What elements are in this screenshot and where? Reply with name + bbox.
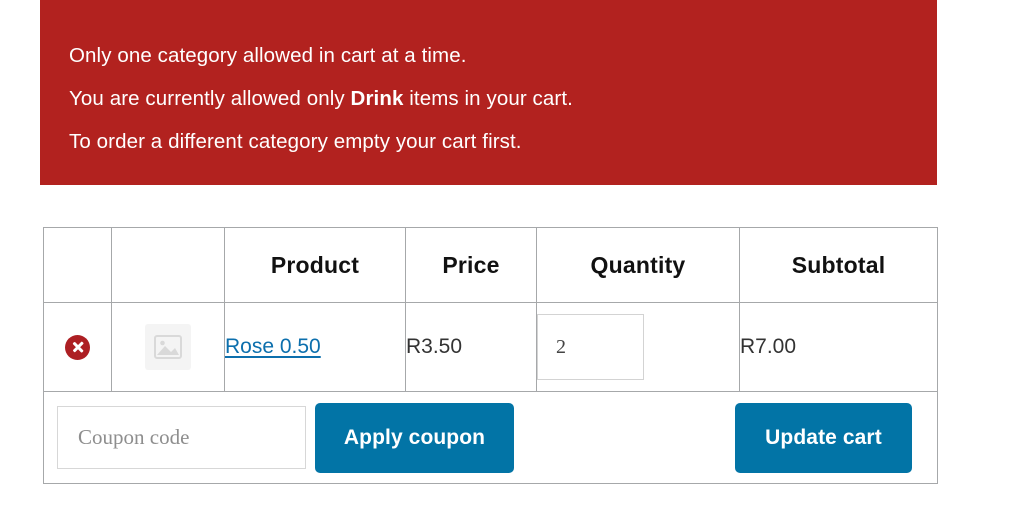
header-subtotal: Subtotal xyxy=(739,227,938,303)
cell-quantity xyxy=(536,302,740,392)
update-cart-button[interactable]: Update cart xyxy=(735,402,912,473)
cart-restriction-notice: Only one category allowed in cart at a t… xyxy=(40,0,937,185)
cart-table-body: Rose 0.50 R3.50 R7.00 Apply coupon Updat… xyxy=(43,302,938,484)
header-price: Price xyxy=(405,227,537,303)
cart-table-head: Product Price Quantity Subtotal xyxy=(43,227,938,303)
table-row: Rose 0.50 R3.50 R7.00 xyxy=(43,302,938,392)
cart-header-row: Product Price Quantity Subtotal xyxy=(43,227,938,303)
cell-thumbnail xyxy=(111,302,225,392)
notice-line-2-prefix: You are currently allowed only xyxy=(69,87,351,110)
apply-coupon-button[interactable]: Apply coupon xyxy=(315,402,514,473)
cart-actions-cell: Apply coupon Update cart xyxy=(43,391,938,484)
notice-line-2: You are currently allowed only Drink ite… xyxy=(69,77,937,120)
cart-actions-row: Apply coupon Update cart xyxy=(43,391,938,484)
remove-item-icon[interactable] xyxy=(65,334,90,360)
cell-subtotal: R7.00 xyxy=(739,302,938,392)
header-remove xyxy=(43,227,112,303)
coupon-code-input[interactable] xyxy=(57,406,306,469)
product-link[interactable]: Rose 0.50 xyxy=(225,335,321,358)
cell-product-name: Rose 0.50 xyxy=(224,302,406,392)
header-product: Product xyxy=(224,227,406,303)
notice-line-3: To order a different category empty your… xyxy=(69,130,522,153)
shopping-cart-table-wrapper: Product Price Quantity Subtotal Rose 0.5… xyxy=(43,227,938,484)
quantity-stepper[interactable] xyxy=(537,314,644,380)
header-quantity: Quantity xyxy=(536,227,740,303)
notice-line-1: Only one category allowed in cart at a t… xyxy=(69,44,467,67)
notice-category-name: Drink xyxy=(350,87,404,110)
header-thumbnail xyxy=(111,227,225,303)
cart-actions-bar: Apply coupon Update cart xyxy=(57,392,925,483)
cell-remove xyxy=(43,302,112,392)
cell-price: R3.50 xyxy=(405,302,537,392)
notice-line-2-suffix: items in your cart. xyxy=(403,87,573,110)
shopping-cart-table: Product Price Quantity Subtotal Rose 0.5… xyxy=(43,227,938,484)
image-placeholder-icon xyxy=(145,324,191,370)
